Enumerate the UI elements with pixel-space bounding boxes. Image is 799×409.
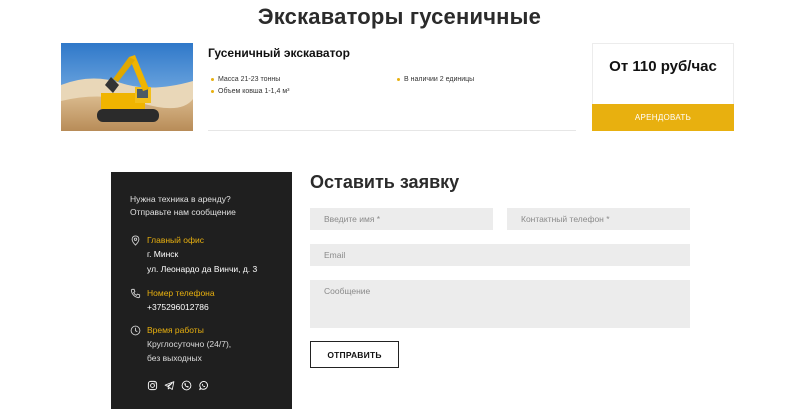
phone-field[interactable] xyxy=(507,208,690,230)
location-pin-icon xyxy=(131,235,140,246)
clock-icon xyxy=(130,325,141,336)
whatsapp-icon[interactable] xyxy=(198,380,209,391)
contact-intro: Нужна техника в аренду? Отправьте нам со… xyxy=(130,193,236,219)
hours-line-1: Круглосуточно (24/7), xyxy=(147,339,232,349)
spec-availability: В наличии 2 единицы xyxy=(396,76,474,83)
product-name[interactable]: Гусеничный экскаватор xyxy=(208,46,350,60)
price-box: От 110 руб/час АРЕНДОВАТЬ xyxy=(592,43,734,131)
viber-icon[interactable] xyxy=(181,380,192,391)
spec-bucket: Объем ковша 1-1,4 м³ xyxy=(210,88,290,95)
excavator-photo xyxy=(61,43,193,131)
spec-mass: Масса 21-23 тонны xyxy=(210,76,280,83)
rent-button[interactable]: АРЕНДОВАТЬ xyxy=(592,104,734,131)
office-address: ул. Леонардо да Винчи, д. 3 xyxy=(147,264,258,274)
phone-title: Номер телефона xyxy=(147,288,215,298)
contact-panel: Нужна техника в аренду? Отправьте нам со… xyxy=(111,172,292,409)
intro-line-1: Нужна техника в аренду? xyxy=(130,194,231,204)
phone-number[interactable]: +375296012786 xyxy=(147,302,209,312)
price-text: От 110 руб/час xyxy=(609,58,717,75)
intro-line-2: Отправьте нам сообщение xyxy=(130,207,236,217)
name-field[interactable] xyxy=(310,208,493,230)
page-title: Экскаваторы гусеничные xyxy=(257,4,542,29)
send-button[interactable]: ОТПРАВИТЬ xyxy=(310,341,399,368)
office-city: г. Минск xyxy=(147,249,179,259)
instagram-icon[interactable] xyxy=(147,380,158,391)
hours-title: Время работы xyxy=(147,325,204,335)
form-title: Оставить заявку xyxy=(310,172,460,192)
telegram-icon[interactable] xyxy=(164,380,175,391)
email-field[interactable] xyxy=(310,244,690,266)
phone-icon xyxy=(130,288,141,299)
product-image[interactable] xyxy=(61,43,193,131)
office-title: Главный офис xyxy=(147,235,204,245)
message-field[interactable] xyxy=(310,280,690,328)
product-info: Гусеничный экскаватор Масса 21-23 тонны … xyxy=(208,43,576,131)
hours-line-2: без выходных xyxy=(147,353,202,363)
